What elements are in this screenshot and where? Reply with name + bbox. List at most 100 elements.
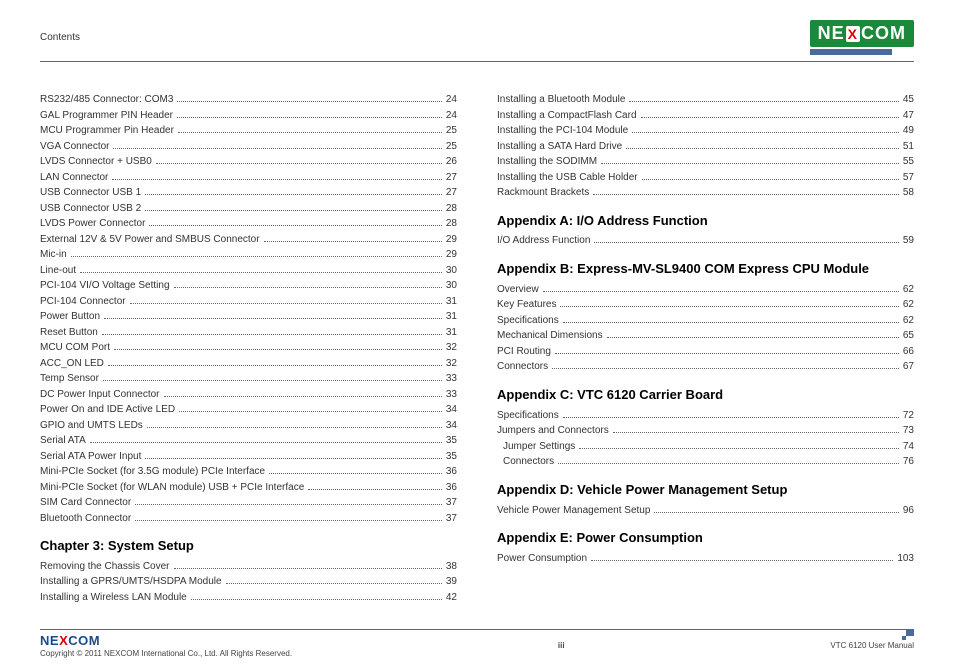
footer-logo-right: COM xyxy=(68,633,100,648)
toc-entry-page: 51 xyxy=(901,139,914,155)
toc-entry-title: MCU COM Port xyxy=(40,340,112,356)
toc-entry-page: 74 xyxy=(901,439,914,455)
toc-entry-page: 31 xyxy=(444,325,457,341)
toc-entry-page: 32 xyxy=(444,356,457,372)
toc-entry-page: 37 xyxy=(444,511,457,527)
logo-text-left: NE xyxy=(818,23,845,44)
toc-dots xyxy=(104,311,442,320)
toc-entry: PCI Routing66 xyxy=(497,344,914,360)
toc-entry-title: Installing a Wireless LAN Module xyxy=(40,590,189,606)
toc-dots xyxy=(563,409,899,418)
toc-dots xyxy=(112,171,442,180)
brand-logo: NE X COM xyxy=(810,20,914,55)
section-heading: Appendix D: Vehicle Power Management Set… xyxy=(497,482,914,499)
page-number: iii xyxy=(558,641,565,650)
toc-entry-title: Rackmount Brackets xyxy=(497,185,591,201)
toc-entry-page: 25 xyxy=(444,139,457,155)
toc-entry: Mic-in 29 xyxy=(40,247,457,263)
toc-entry: PCI-104 VI/O Voltage Setting30 xyxy=(40,278,457,294)
toc-entry: Temp Sensor33 xyxy=(40,371,457,387)
toc-entry: LVDS Power Connector28 xyxy=(40,216,457,232)
toc-entry-title: MCU Programmer Pin Header xyxy=(40,123,176,139)
toc-entry-title: PCI-104 Connector xyxy=(40,294,128,310)
toc-entry-title: Serial ATA Power Input xyxy=(40,449,143,465)
toc-entry-title: USB Connector USB 1 xyxy=(40,185,143,201)
toc-dots xyxy=(178,125,442,134)
page-header: Contents NE X COM xyxy=(40,20,914,62)
toc-entry-title: Connectors xyxy=(503,454,556,470)
toc-dots xyxy=(145,202,442,211)
footer-logo-left: NE xyxy=(40,633,59,648)
toc-entry-page: 30 xyxy=(444,278,457,294)
toc-entry: GAL Programmer PIN Header24 xyxy=(40,108,457,124)
toc-dots xyxy=(308,481,442,490)
logo-underline xyxy=(810,49,892,55)
toc-entry: SIM Card Connector37 xyxy=(40,495,457,511)
toc-dots xyxy=(130,295,442,304)
toc-entry: Vehicle Power Management Setup96 xyxy=(497,503,914,519)
page-footer: NEXCOM Copyright © 2011 NEXCOM Internati… xyxy=(40,629,914,658)
toc-entry: Installing a SATA Hard Drive51 xyxy=(497,139,914,155)
toc-entry-title: I/O Address Function xyxy=(497,233,592,249)
toc-dots xyxy=(164,388,442,397)
toc-entry: USB Connector USB 228 xyxy=(40,201,457,217)
footer-left: NEXCOM Copyright © 2011 NEXCOM Internati… xyxy=(40,633,292,658)
toc-dots xyxy=(90,435,442,444)
toc-dots xyxy=(145,450,442,459)
toc-entry-title: Mic-in xyxy=(40,247,69,263)
toc-dots xyxy=(174,280,442,289)
toc-entry-page: 28 xyxy=(444,201,457,217)
toc-dots xyxy=(629,94,898,103)
toc-entry: Installing the SODIMM55 xyxy=(497,154,914,170)
toc-dots xyxy=(613,425,899,434)
toc-entry-page: 42 xyxy=(444,590,457,606)
toc-entry: GPIO and UMTS LEDs34 xyxy=(40,418,457,434)
toc-entry: Specifications62 xyxy=(497,313,914,329)
toc-dots xyxy=(594,235,898,244)
toc-entry: Bluetooth Connector37 xyxy=(40,511,457,527)
toc-entry-page: 24 xyxy=(444,108,457,124)
toc-entry-title: Installing a GPRS/UMTS/HSDPA Module xyxy=(40,574,224,590)
section-heading: Chapter 3: System Setup xyxy=(40,538,457,555)
toc-entry: Installing a GPRS/UMTS/HSDPA Module 39 xyxy=(40,574,457,590)
toc-entry-page: 31 xyxy=(444,294,457,310)
toc-entry-title: Mini-PCIe Socket (for WLAN module) USB +… xyxy=(40,480,306,496)
toc-dots xyxy=(103,373,442,382)
toc-dots xyxy=(593,187,899,196)
toc-entry: Mini-PCIe Socket (for 3.5G module) PCIe … xyxy=(40,464,457,480)
toc-entry: Key Features62 xyxy=(497,297,914,313)
toc-entry-title: PCI Routing xyxy=(497,344,553,360)
toc-entry: Connectors67 xyxy=(497,359,914,375)
copyright-text: Copyright © 2011 NEXCOM International Co… xyxy=(40,649,292,658)
toc-entry: Jumpers and Connectors73 xyxy=(497,423,914,439)
toc-entry-title: Installing a Bluetooth Module xyxy=(497,92,627,108)
toc-entry-title: Key Features xyxy=(497,297,558,313)
toc-entry-page: 39 xyxy=(444,574,457,590)
toc-entry-title: LAN Connector xyxy=(40,170,110,186)
toc-dots xyxy=(135,512,442,521)
toc-dots xyxy=(560,299,898,308)
toc-content: RS232/485 Connector: COM324GAL Programme… xyxy=(40,92,914,605)
toc-entry: Jumper Settings74 xyxy=(497,439,914,455)
toc-entry: Removing the Chassis Cover38 xyxy=(40,559,457,575)
toc-entry-page: 33 xyxy=(444,371,457,387)
toc-entry-page: 29 xyxy=(444,247,457,263)
toc-entry: Line-out30 xyxy=(40,263,457,279)
toc-entry: External 12V & 5V Power and SMBUS Connec… xyxy=(40,232,457,248)
toc-entry: LAN Connector27 xyxy=(40,170,457,186)
toc-dots xyxy=(177,109,442,118)
toc-entry-page: 31 xyxy=(444,309,457,325)
toc-entry: I/O Address Function59 xyxy=(497,233,914,249)
toc-entry: Serial ATA Power Input35 xyxy=(40,449,457,465)
toc-dots xyxy=(113,140,441,149)
toc-entry-page: 25 xyxy=(444,123,457,139)
toc-entry-title: Reset Button xyxy=(40,325,100,341)
toc-entry: PCI-104 Connector 31 xyxy=(40,294,457,310)
toc-entry-title: Specifications xyxy=(497,313,561,329)
toc-dots xyxy=(601,156,899,165)
section-heading: Appendix E: Power Consumption xyxy=(497,530,914,547)
toc-entry-title: Installing a CompactFlash Card xyxy=(497,108,639,124)
toc-dots xyxy=(80,264,442,273)
toc-entry-title: Power Button xyxy=(40,309,102,325)
toc-dots xyxy=(135,497,442,506)
